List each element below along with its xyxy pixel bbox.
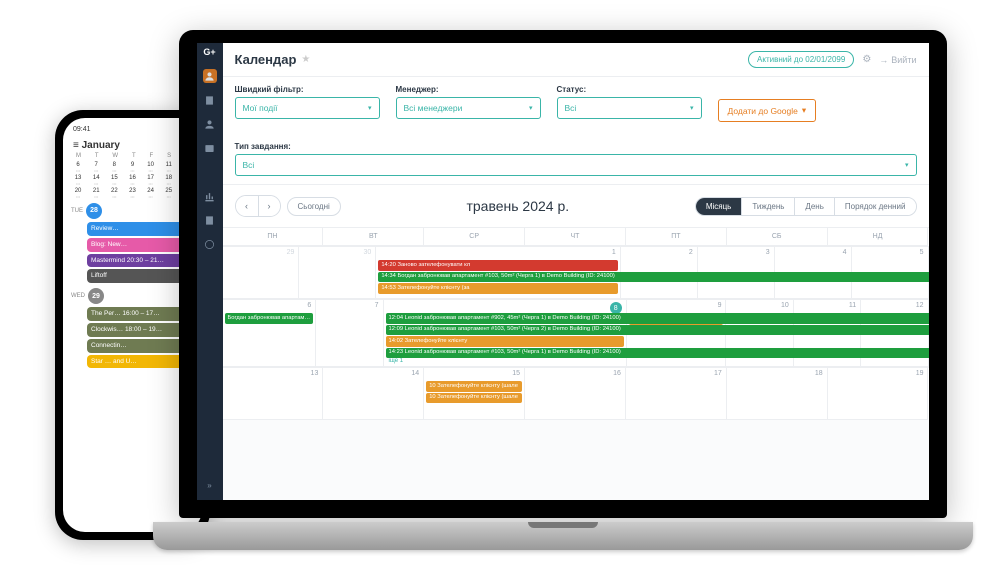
sidebar-expand-icon[interactable]: » (203, 478, 217, 492)
view-segmented: Місяць Тиждень День Порядок денний (695, 197, 917, 216)
tasktype-filter-label: Тип завдання: (235, 142, 917, 151)
view-day[interactable]: День (794, 198, 833, 215)
settings-icon[interactable]: ⚙ (862, 54, 871, 65)
dow-header: ПТ (626, 228, 727, 246)
nav-chart-icon[interactable] (203, 189, 217, 203)
calendar-event[interactable]: 14:23 Leonid забронював апартамент #103,… (386, 348, 929, 359)
calendar-cell[interactable]: 17 (626, 368, 727, 420)
calendar-cell[interactable]: 18 (727, 368, 828, 420)
today-button[interactable]: Сьогодні (287, 197, 341, 216)
more-events-link[interactable]: іще 1 (386, 358, 624, 364)
calendar-event[interactable]: Богдан забронював апартам… (225, 313, 314, 324)
calendar-title: травень 2024 р. (341, 198, 695, 214)
view-agenda[interactable]: Порядок денний (834, 198, 916, 215)
dow-header: ВТ (323, 228, 424, 246)
calendar-cell[interactable]: 114:20 Заново зателефонувати кл14:34 Бог… (376, 247, 620, 299)
calendar-cell[interactable]: 30 (299, 247, 376, 299)
calendar-event[interactable]: 10 Зателефонуйте клієнту (шале (426, 381, 522, 392)
nav-tasks-icon[interactable] (203, 141, 217, 155)
calendar-cell[interactable]: 7 (316, 300, 383, 367)
calendar-toolbar: ‹ › Сьогодні травень 2024 р. Місяць Тижд… (223, 185, 929, 227)
subscription-status[interactable]: Активний до 02/01/2099 (748, 51, 854, 68)
manager-filter-select[interactable]: Всі менеджери▾ (396, 97, 541, 119)
status-filter-select[interactable]: Всі▾ (557, 97, 702, 119)
nav-doc-icon[interactable] (203, 213, 217, 227)
add-to-google-button[interactable]: Додати до Google▾ (718, 99, 817, 122)
phone-time: 09:41 (73, 126, 91, 134)
calendar-cell[interactable]: 14 (323, 368, 424, 420)
page-title: Календар (235, 52, 297, 67)
phone-month: January (82, 140, 120, 151)
calendar-event[interactable]: 14:02 Зателефонуйте клієнту (386, 336, 624, 347)
calendar-cell[interactable]: 16 (525, 368, 626, 420)
dow-header: СБ (727, 228, 828, 246)
nav-users-icon[interactable] (203, 117, 217, 131)
tasktype-filter-select[interactable]: Всі▾ (235, 154, 917, 176)
quick-filter-select[interactable]: Мої події▾ (235, 97, 380, 119)
calendar-cell[interactable]: 1510 Зателефонуйте клієнту (шале10 Зател… (424, 368, 525, 420)
dow-header: НД (828, 228, 929, 246)
calendar-event[interactable]: 14:53 Зателефонуйте клієнту (за (378, 283, 617, 294)
dow-header: СР (424, 228, 525, 246)
sidebar: G+ » (197, 43, 223, 500)
favorite-icon[interactable]: ★ (301, 54, 310, 65)
dow-header: ЧТ (525, 228, 626, 246)
calendar-event[interactable]: 12:04 Leonid забронював апартамент #902,… (386, 313, 929, 324)
nav-building-icon[interactable] (203, 93, 217, 107)
filters-bar: Швидкий фільтр: Мої події▾ Менеджер: Всі… (223, 77, 929, 185)
nav-wand-icon[interactable] (203, 165, 217, 179)
app-logo: G+ (203, 47, 215, 57)
nav-global-icon[interactable] (203, 237, 217, 251)
calendar-event[interactable]: 12:09 Leonid забронював апартамент #103,… (386, 325, 929, 336)
calendar-cell[interactable]: 29 (223, 247, 300, 299)
status-filter-label: Статус: (557, 85, 702, 94)
view-week[interactable]: Тиждень (741, 198, 794, 215)
quick-filter-label: Швидкий фільтр: (235, 85, 380, 94)
topbar: Календар ★ Активний до 02/01/2099 ⚙ → Ви… (223, 43, 929, 77)
next-button[interactable]: › (258, 196, 280, 216)
nav-dashboard-icon[interactable] (203, 69, 217, 83)
dow-header: ПН (223, 228, 324, 246)
calendar-cell[interactable]: 812:04 Leonid забронював апартамент #902… (384, 300, 627, 367)
calendar-event[interactable]: 14:34 Богдан забронював апартамент #103,… (378, 272, 928, 283)
calendar-cell[interactable]: 19 (828, 368, 929, 420)
calendar-cell[interactable]: 13 (223, 368, 324, 420)
calendar-event[interactable]: 14:20 Заново зателефонувати кл (378, 260, 617, 271)
view-month[interactable]: Місяць (696, 198, 742, 215)
calendar-event[interactable]: 10 Зателефонуйте клієнту (шале (426, 393, 522, 404)
manager-filter-label: Менеджер: (396, 85, 541, 94)
prev-button[interactable]: ‹ (236, 196, 258, 216)
logout-button[interactable]: → Вийти (879, 55, 916, 65)
calendar-cell[interactable]: 6Богдан забронював апартам… (223, 300, 317, 367)
